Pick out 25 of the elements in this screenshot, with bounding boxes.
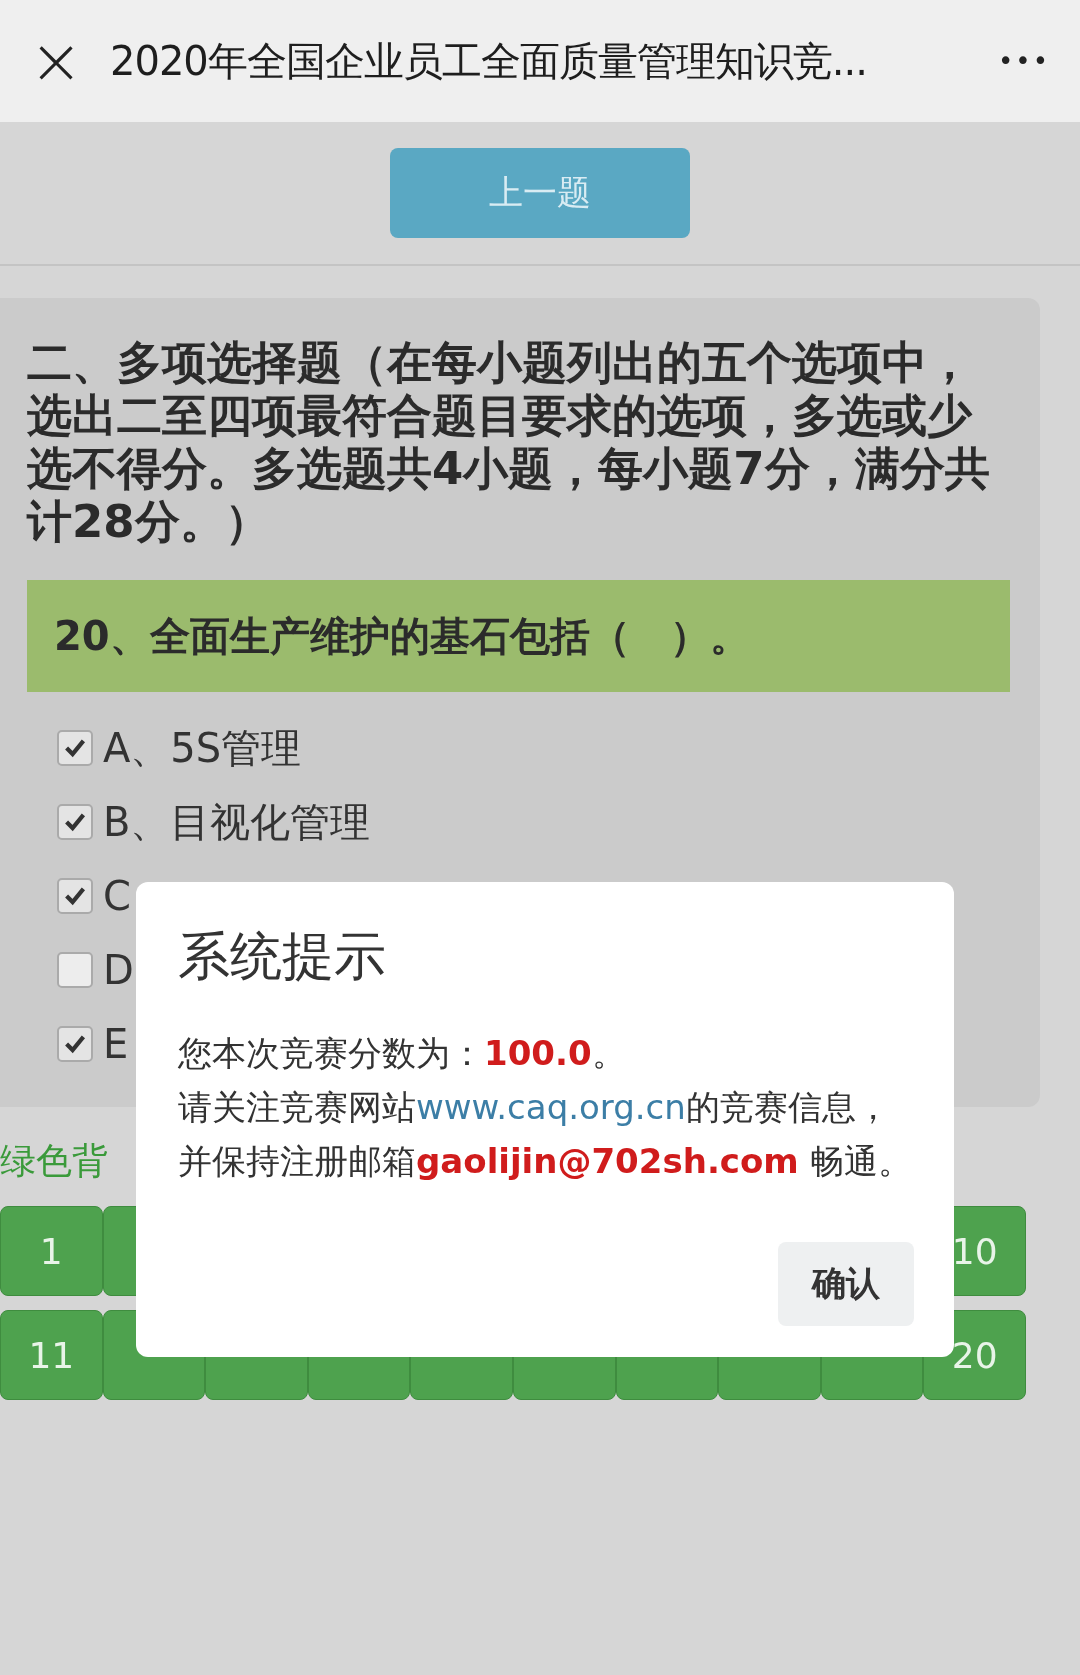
option-label: C	[103, 873, 131, 919]
question-number-button[interactable]: 11	[0, 1310, 103, 1400]
dialog-text: 并保持注册邮箱gaolijin@702sh.com 畅通。	[178, 1140, 913, 1183]
page-title: 2020年全国企业员工全面质量管理知识竞...	[110, 36, 868, 86]
website-link[interactable]: www.caq.org.cn	[416, 1087, 686, 1127]
option-label: D	[103, 947, 134, 993]
option-label: E	[103, 1021, 129, 1067]
option-label: A、5S管理	[103, 723, 302, 773]
question-number-button[interactable]: 1	[0, 1206, 103, 1296]
confirm-button[interactable]: 确认	[778, 1242, 914, 1326]
more-button[interactable]: •••	[988, 46, 1060, 76]
legend-text: 绿色背	[0, 1139, 108, 1183]
checkbox[interactable]	[57, 804, 93, 840]
previous-question-button[interactable]: 上一题	[390, 148, 690, 238]
checkbox[interactable]	[57, 1026, 93, 1062]
close-button[interactable]: ×	[28, 29, 84, 93]
checkbox[interactable]	[57, 952, 93, 988]
dialog-title: 系统提示	[178, 925, 387, 988]
dialog-text: 请关注竞赛网站www.caq.org.cn的竞赛信息，	[178, 1086, 891, 1129]
checkbox[interactable]	[57, 878, 93, 914]
question-title: 20、全面生产维护的基石包括（ ）。	[27, 580, 1010, 692]
section-heading: 二、多项选择题（在每小题列出的五个选项中，选出二至四项最符合题目要求的选项，多选或少选不得分。多选题共4小题，每小题7分，满分共计28分。）	[27, 336, 991, 548]
option-label: B、目视化管理	[103, 797, 371, 847]
checkbox[interactable]	[57, 730, 93, 766]
dialog-text: 您本次竞赛分数为：100.0。	[178, 1032, 627, 1075]
